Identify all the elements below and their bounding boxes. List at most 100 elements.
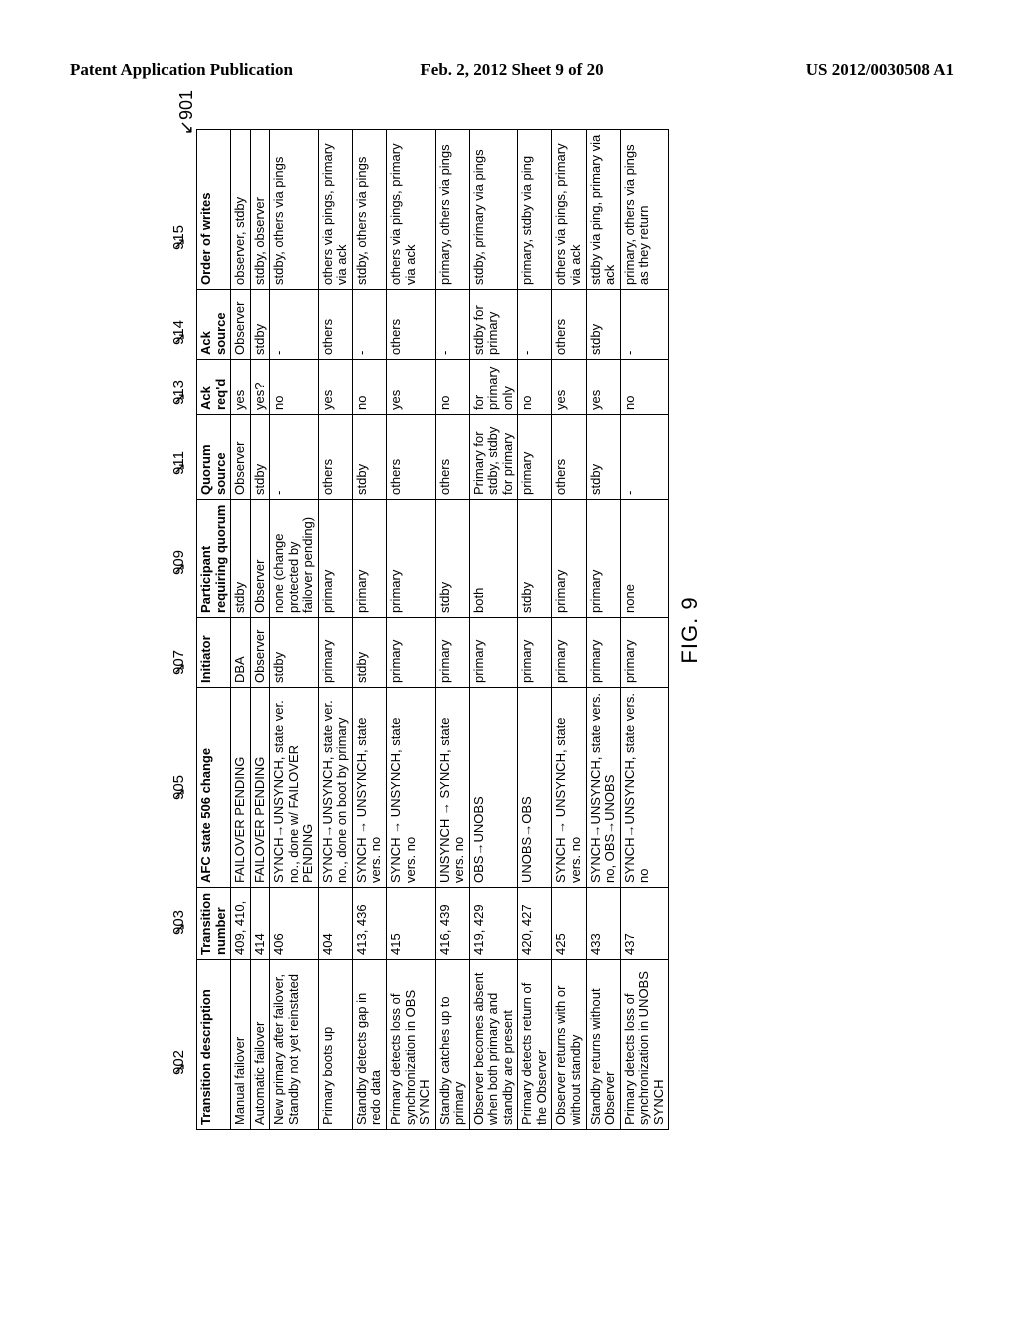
- cell-ord: primary, stdby via ping: [518, 130, 552, 290]
- figure-area: ↙901 902↘ 903↘ 905↘ 907↘ 909↘ 911↘ 913↘ …: [170, 130, 880, 1130]
- cell-num: 404: [318, 888, 352, 960]
- ref-acks: 914↘: [170, 332, 188, 345]
- cell-quo: Primary for stdby, stdby for primary: [469, 415, 518, 500]
- cell-num: 419, 429: [469, 888, 518, 960]
- cell-num: 414: [250, 888, 270, 960]
- table-body: Manual failover409, 410,FAILOVER PENDING…: [231, 130, 669, 1130]
- ref-state: 905↘: [170, 787, 188, 800]
- cell-state: SYNCH → UNSYNCH, state vers. no: [552, 688, 586, 888]
- figure-table: Transition description Transition number…: [196, 129, 669, 1130]
- table-row: Observer becomes absent when both primar…: [469, 130, 518, 1130]
- cell-desc: Standby detects gap in redo data: [352, 960, 386, 1130]
- cell-init: Observer: [250, 618, 270, 688]
- table-row: Automatic failover414FAILOVER PENDINGObs…: [250, 130, 270, 1130]
- cell-ord: stdby, observer: [250, 130, 270, 290]
- cell-part: none: [620, 500, 669, 618]
- cell-init: primary: [586, 618, 620, 688]
- cell-desc: Standby returns without Observer: [586, 960, 620, 1130]
- cell-init: primary: [469, 618, 518, 688]
- th-ackr: Ack req'd: [197, 360, 231, 415]
- cell-ackr: no: [435, 360, 469, 415]
- cell-init: primary: [435, 618, 469, 688]
- th-num: Transition number: [197, 888, 231, 960]
- cell-part: both: [469, 500, 518, 618]
- ref-part: 909↘: [170, 562, 188, 575]
- column-ref-labels: 902↘ 903↘ 905↘ 907↘ 909↘ 911↘ 913↘ 914↘ …: [170, 130, 196, 1130]
- cell-ord: stdby, primary via pings: [469, 130, 518, 290]
- cell-quo: primary: [518, 415, 552, 500]
- figure-lead-number: 901: [176, 90, 196, 120]
- table-row: Primary boots up404SYNCH→UNSYNCH, state …: [318, 130, 352, 1130]
- figure-lead-label: ↙901: [176, 90, 197, 135]
- cell-num: 413, 436: [352, 888, 386, 960]
- cell-ord: stdby via ping, primary via ack: [586, 130, 620, 290]
- cell-quo: stdby: [352, 415, 386, 500]
- header-center: Feb. 2, 2012 Sheet 9 of 20: [365, 60, 660, 80]
- th-desc: Transition description: [197, 960, 231, 1130]
- th-part: Participant requiring quorum: [197, 500, 231, 618]
- table-row: Observer returns with or without standby…: [552, 130, 586, 1130]
- cell-ackr: no: [352, 360, 386, 415]
- cell-desc: New primary after failover, Standby not …: [270, 960, 319, 1130]
- cell-init: primary: [387, 618, 436, 688]
- cell-acks: -: [620, 290, 669, 360]
- cell-desc: Primary boots up: [318, 960, 352, 1130]
- cell-init: primary: [620, 618, 669, 688]
- cell-acks: stdby: [586, 290, 620, 360]
- cell-part: stdby: [435, 500, 469, 618]
- table-row: Standby returns without Observer433SYNCH…: [586, 130, 620, 1130]
- cell-state: OBS→UNOBS: [469, 688, 518, 888]
- cell-part: primary: [387, 500, 436, 618]
- cell-acks: others: [318, 290, 352, 360]
- cell-ackr: for primary only: [469, 360, 518, 415]
- cell-num: 409, 410,: [231, 888, 251, 960]
- ref-ackr: 913↘: [170, 392, 188, 405]
- cell-state: SYNCH→UNSYNCH, state vers. no: [620, 688, 669, 888]
- cell-init: DBA: [231, 618, 251, 688]
- th-acks: Ack source: [197, 290, 231, 360]
- ref-init: 907↘: [170, 662, 188, 675]
- cell-quo: Observer: [231, 415, 251, 500]
- cell-num: 415: [387, 888, 436, 960]
- cell-acks: others: [552, 290, 586, 360]
- cell-quo: others: [435, 415, 469, 500]
- cell-desc: Manual failover: [231, 960, 251, 1130]
- cell-acks: stdby for primary: [469, 290, 518, 360]
- cell-num: 425: [552, 888, 586, 960]
- cell-ackr: yes: [552, 360, 586, 415]
- cell-num: 406: [270, 888, 319, 960]
- cell-state: SYNCH → UNSYNCH, state vers. no: [352, 688, 386, 888]
- table-row: Primary detects return of the Observer42…: [518, 130, 552, 1130]
- cell-part: primary: [352, 500, 386, 618]
- ref-ord: 915↘: [170, 237, 188, 250]
- table-row: New primary after failover, Standby not …: [270, 130, 319, 1130]
- cell-acks: others: [387, 290, 436, 360]
- cell-acks: -: [518, 290, 552, 360]
- cell-ackr: yes: [231, 360, 251, 415]
- cell-quo: -: [270, 415, 319, 500]
- header-left: Patent Application Publication: [70, 60, 365, 80]
- cell-quo: others: [552, 415, 586, 500]
- cell-state: FAILOVER PENDING: [250, 688, 270, 888]
- cell-part: primary: [586, 500, 620, 618]
- patent-page: Patent Application Publication Feb. 2, 2…: [0, 0, 1024, 1320]
- cell-ackr: yes: [387, 360, 436, 415]
- cell-state: UNSYNCH → SYNCH, state vers. no: [435, 688, 469, 888]
- cell-ackr: yes?: [250, 360, 270, 415]
- cell-num: 416, 439: [435, 888, 469, 960]
- figure-rotated: ↙901 902↘ 903↘ 905↘ 907↘ 909↘ 911↘ 913↘ …: [170, 130, 880, 1130]
- ref-desc: 902↘: [170, 1062, 188, 1075]
- cell-desc: Primary detects return of the Observer: [518, 960, 552, 1130]
- cell-ackr: yes: [586, 360, 620, 415]
- cell-num: 437: [620, 888, 669, 960]
- header-right: US 2012/0030508 A1: [659, 60, 954, 80]
- cell-ord: stdby, others via pings: [352, 130, 386, 290]
- th-state: AFC state 506 change: [197, 688, 231, 888]
- cell-quo: -: [620, 415, 669, 500]
- cell-init: primary: [318, 618, 352, 688]
- cell-state: SYNCH→UNSYNCH, state ver. no., done w/ F…: [270, 688, 319, 888]
- cell-ackr: no: [620, 360, 669, 415]
- cell-ord: observer, stdby: [231, 130, 251, 290]
- cell-part: primary: [318, 500, 352, 618]
- cell-desc: Standby catches up to primary: [435, 960, 469, 1130]
